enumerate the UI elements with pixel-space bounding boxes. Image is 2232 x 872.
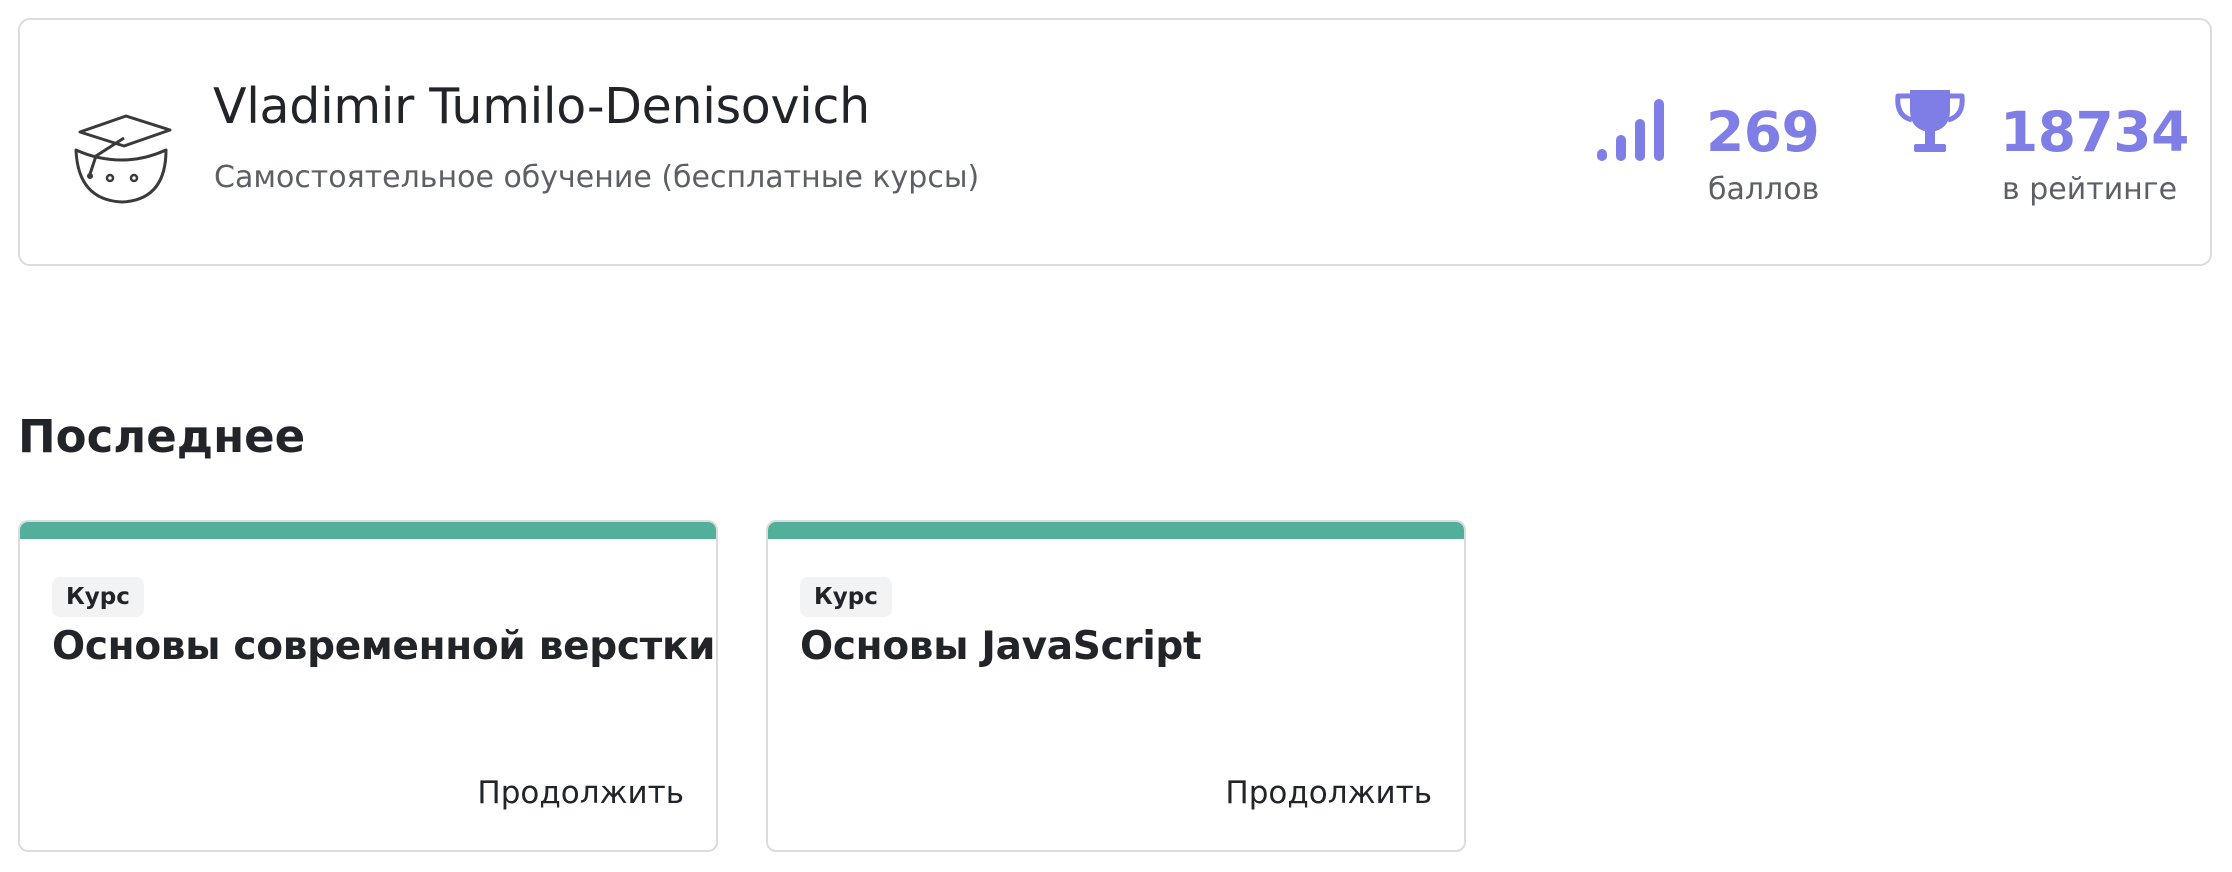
avatar[interactable] bbox=[66, 108, 176, 208]
points-label: баллов bbox=[1708, 172, 1820, 207]
user-plan-subtitle: Самостоятельное обучение (бесплатные кур… bbox=[214, 160, 980, 195]
continue-button[interactable]: Продолжить bbox=[1225, 775, 1432, 811]
course-title[interactable]: Основы JavaScript bbox=[800, 624, 1202, 669]
course-title[interactable]: Основы современной верстки bbox=[52, 624, 715, 669]
section-title-recent: Последнее bbox=[18, 410, 306, 463]
signal-bars-icon bbox=[1597, 99, 1664, 161]
user-name: Vladimir Tumilo-Denisovich bbox=[213, 78, 870, 135]
card-accent-bar bbox=[768, 522, 1464, 539]
profile-card: Vladimir Tumilo-Denisovich Самостоятельн… bbox=[18, 18, 2212, 266]
course-card[interactable]: Курс Основы современной верстки Продолжи… bbox=[18, 520, 718, 852]
rating-value: 18734 bbox=[2000, 100, 2189, 164]
course-type-badge: Курс bbox=[52, 577, 144, 617]
card-accent-bar bbox=[20, 522, 716, 539]
continue-button[interactable]: Продолжить bbox=[477, 775, 684, 811]
trophy-icon bbox=[1895, 90, 1965, 152]
points-value: 269 bbox=[1706, 100, 1820, 164]
graduation-cap-smiley-icon bbox=[74, 114, 172, 204]
course-type-badge: Курс bbox=[800, 577, 892, 617]
course-card[interactable]: Курс Основы JavaScript Продолжить bbox=[766, 520, 1466, 852]
rating-label: в рейтинге bbox=[2002, 172, 2178, 207]
